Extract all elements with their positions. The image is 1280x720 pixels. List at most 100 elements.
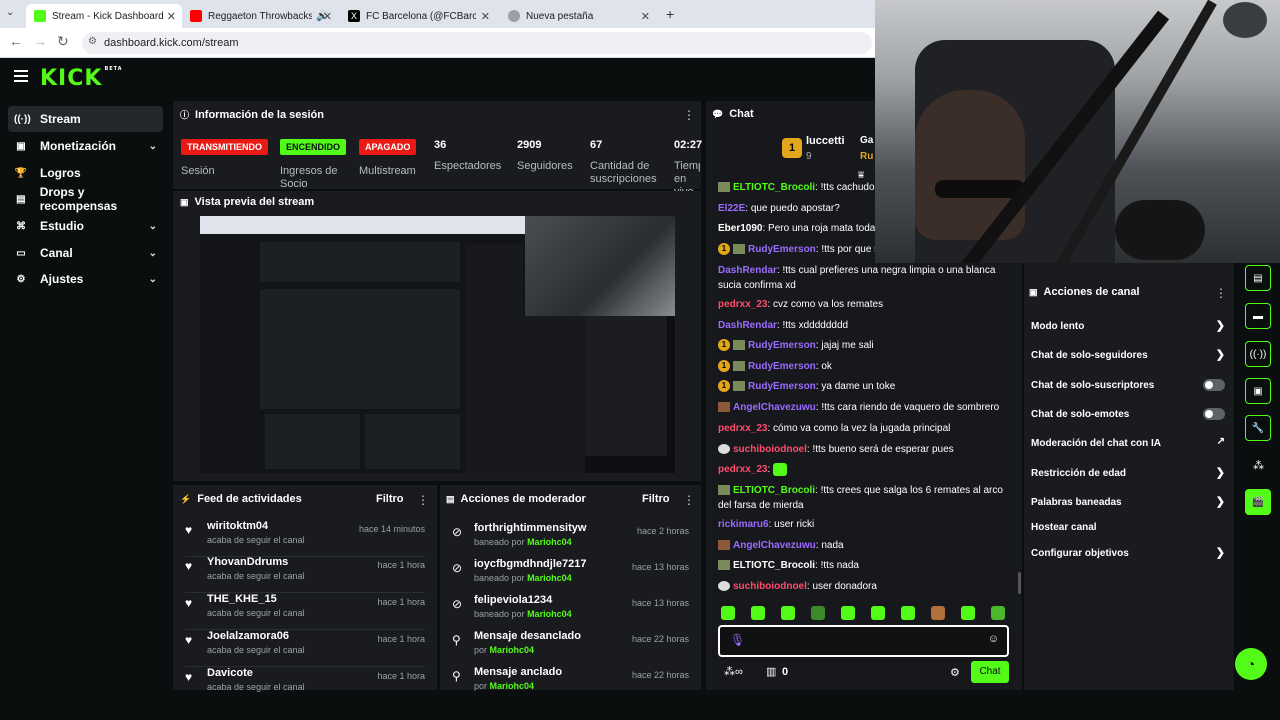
more-options-icon[interactable]: ⋮ [683,493,695,507]
tab-title: Stream - Kick Dashboard [52,10,164,22]
chat-username[interactable]: RudyEmerson [748,381,816,392]
more-options-icon[interactable]: ⋮ [417,493,429,507]
browser-tab-new[interactable]: Nueva pestaña ✕ [500,4,656,28]
forward-icon[interactable]: → [33,33,47,49]
browser-tab-youtube[interactable]: Reggaeton Throwbacks | Da 🔊 ✕ [182,4,338,28]
channel-icon: ▭ [16,247,26,259]
chat-username[interactable]: pedrxx_23 [718,299,767,310]
leader-other-1: Ga [860,135,874,146]
chat-username[interactable]: RudyEmerson [748,244,816,255]
chat-settings-icon[interactable]: ⚙ [950,666,960,679]
user-card-icon[interactable]: ▣ [1245,378,1271,404]
moderator-name[interactable]: Mariohc04 [490,681,535,691]
chat-username[interactable]: rickimaru6 [718,519,769,530]
send-chat-button[interactable]: Chat [971,661,1009,683]
mod-filter-button[interactable]: Filtro [642,493,670,505]
chat-username[interactable]: suchiboiodnoel [733,581,807,592]
chat-username[interactable]: AngelChavezuwu [733,402,816,413]
url-input[interactable]: ⚙ dashboard.kick.com/stream [82,32,872,54]
close-icon[interactable]: ✕ [481,10,490,23]
emotes-only-toggle[interactable] [1203,408,1225,420]
moderator-name[interactable]: Mariohc04 [527,537,572,547]
moderator-name[interactable]: Mariohc04 [527,609,572,619]
more-options-icon[interactable]: ⋮ [683,108,695,122]
sidebar-item-logros[interactable]: 🏆 Logros [8,160,163,186]
emote-icon[interactable] [721,606,735,620]
browser-tab-x[interactable]: X FC Barcelona (@FCBarcelona_e ✕ [340,4,496,28]
close-icon[interactable]: ✕ [323,10,332,23]
moderator-name[interactable]: Mariohc04 [527,573,572,583]
wrench-icon[interactable]: 🔧 [1245,415,1271,441]
chat-username[interactable]: DashRendar [718,320,777,331]
chat-username[interactable]: ELTIOTC_Brocoli [733,182,815,193]
chat-username[interactable]: ELTIOTC_Brocoli [733,485,815,496]
browser-tab-kick[interactable]: Stream - Kick Dashboard ✕ [26,4,182,28]
moderator-name[interactable]: Mariohc04 [490,645,535,655]
action-age-restriction[interactable]: Restricción de edad ❯ [1031,467,1231,479]
action-host-channel[interactable]: Hostear canal [1031,522,1231,533]
action-set-goals[interactable]: Configurar objetivos ❯ [1031,547,1231,559]
feed-filter-button[interactable]: Filtro [376,493,404,505]
chat-username[interactable]: RudyEmerson [748,361,816,372]
chat-username[interactable]: El22E [718,203,745,214]
chat-username[interactable]: Eber1090 [718,223,762,234]
emote-icon[interactable] [961,606,975,620]
emote-icon[interactable] [991,606,1005,620]
chat-username[interactable]: suchiboiodnoel [733,444,807,455]
close-icon[interactable]: ✕ [167,10,176,23]
chat-username[interactable]: pedrxx_23 [718,464,767,475]
support-icon[interactable]: ◔ [1235,648,1267,680]
status-badge-partner: ENCENDIDO [280,139,347,155]
sidebar-item-estudio[interactable]: ⌘ Estudio ⌄ [8,213,163,239]
action-slow-mode[interactable]: Modo lento ❯ [1031,320,1231,332]
sidebar-item-monetizacion[interactable]: ▣ Monetización ⌄ [8,133,163,159]
subscribers-only-toggle[interactable] [1203,379,1225,391]
emote-icon[interactable] [901,606,915,620]
back-icon[interactable]: ← [9,33,23,49]
emote-badge-icon [733,244,745,255]
store-icon[interactable]: ▥ [766,665,776,678]
chat-bubble-icon[interactable]: ▬ [1245,303,1271,329]
chat-username[interactable]: RudyEmerson [748,340,816,351]
notes-icon[interactable]: ▤ [1245,265,1271,291]
sidebar-item-ajustes[interactable]: ⚙ Ajustes ⌄ [8,266,163,292]
chevron-right-icon: ❯ [1215,547,1225,559]
new-tab-icon[interactable]: + [666,6,674,22]
points-icon[interactable]: ⁂ [1253,459,1264,472]
emote-icon[interactable] [871,606,885,620]
emote-icon[interactable] [811,606,825,620]
action-ai-moderation[interactable]: Moderación del chat con IA ↗ [1031,436,1231,449]
emote-icon[interactable] [781,606,795,620]
chat-input[interactable]: 🎙 ☺ [718,625,1009,657]
site-info-icon[interactable]: ⚙ [88,36,97,47]
heart-icon: ♥ [185,596,193,610]
hamburger-menu-icon[interactable] [14,70,28,82]
chat-username[interactable]: ELTIOTC_Brocoli [733,560,815,571]
more-options-icon[interactable]: ⋮ [1215,286,1227,300]
emote-icon[interactable] [931,606,945,620]
chat-username[interactable]: AngelChavezuwu [733,540,816,551]
kick-favicon-icon [34,10,46,22]
emote-icon[interactable] [841,606,855,620]
broadcast-icon[interactable]: ((·)) [1245,341,1271,367]
chat-username[interactable]: pedrxx_23 [718,423,767,434]
tab-list-button[interactable]: ⌄ [6,7,14,18]
chat-scrollbar[interactable] [1018,572,1021,594]
sidebar-item-canal[interactable]: ▭ Canal ⌄ [8,240,163,266]
kick-logo[interactable]: KICK BETA [40,66,123,91]
action-banned-words[interactable]: Palabras baneadas ❯ [1031,496,1231,508]
action-followers-only[interactable]: Chat de solo-seguidores ❯ [1031,349,1231,361]
stream-preview-video[interactable] [200,216,675,473]
emote-icon[interactable] [751,606,765,620]
chat-username[interactable]: DashRendar [718,265,777,276]
sidebar-item-drops[interactable]: ▤ Drops y recompensas [8,185,163,213]
close-icon[interactable]: ✕ [641,10,650,23]
microphone-icon[interactable]: 🎙 [730,633,745,647]
emoji-icon[interactable]: ☺ [988,633,999,645]
clapperboard-icon[interactable]: 🎬 [1245,489,1271,515]
timestamp: hace 1 hora [377,671,425,681]
leader-name[interactable]: luccetti [806,135,845,147]
sidebar-item-stream[interactable]: ((·)) Stream [8,106,163,132]
reload-icon[interactable]: ↻ [57,33,69,50]
channel-points-icon[interactable]: ⁂∞ [724,665,743,678]
